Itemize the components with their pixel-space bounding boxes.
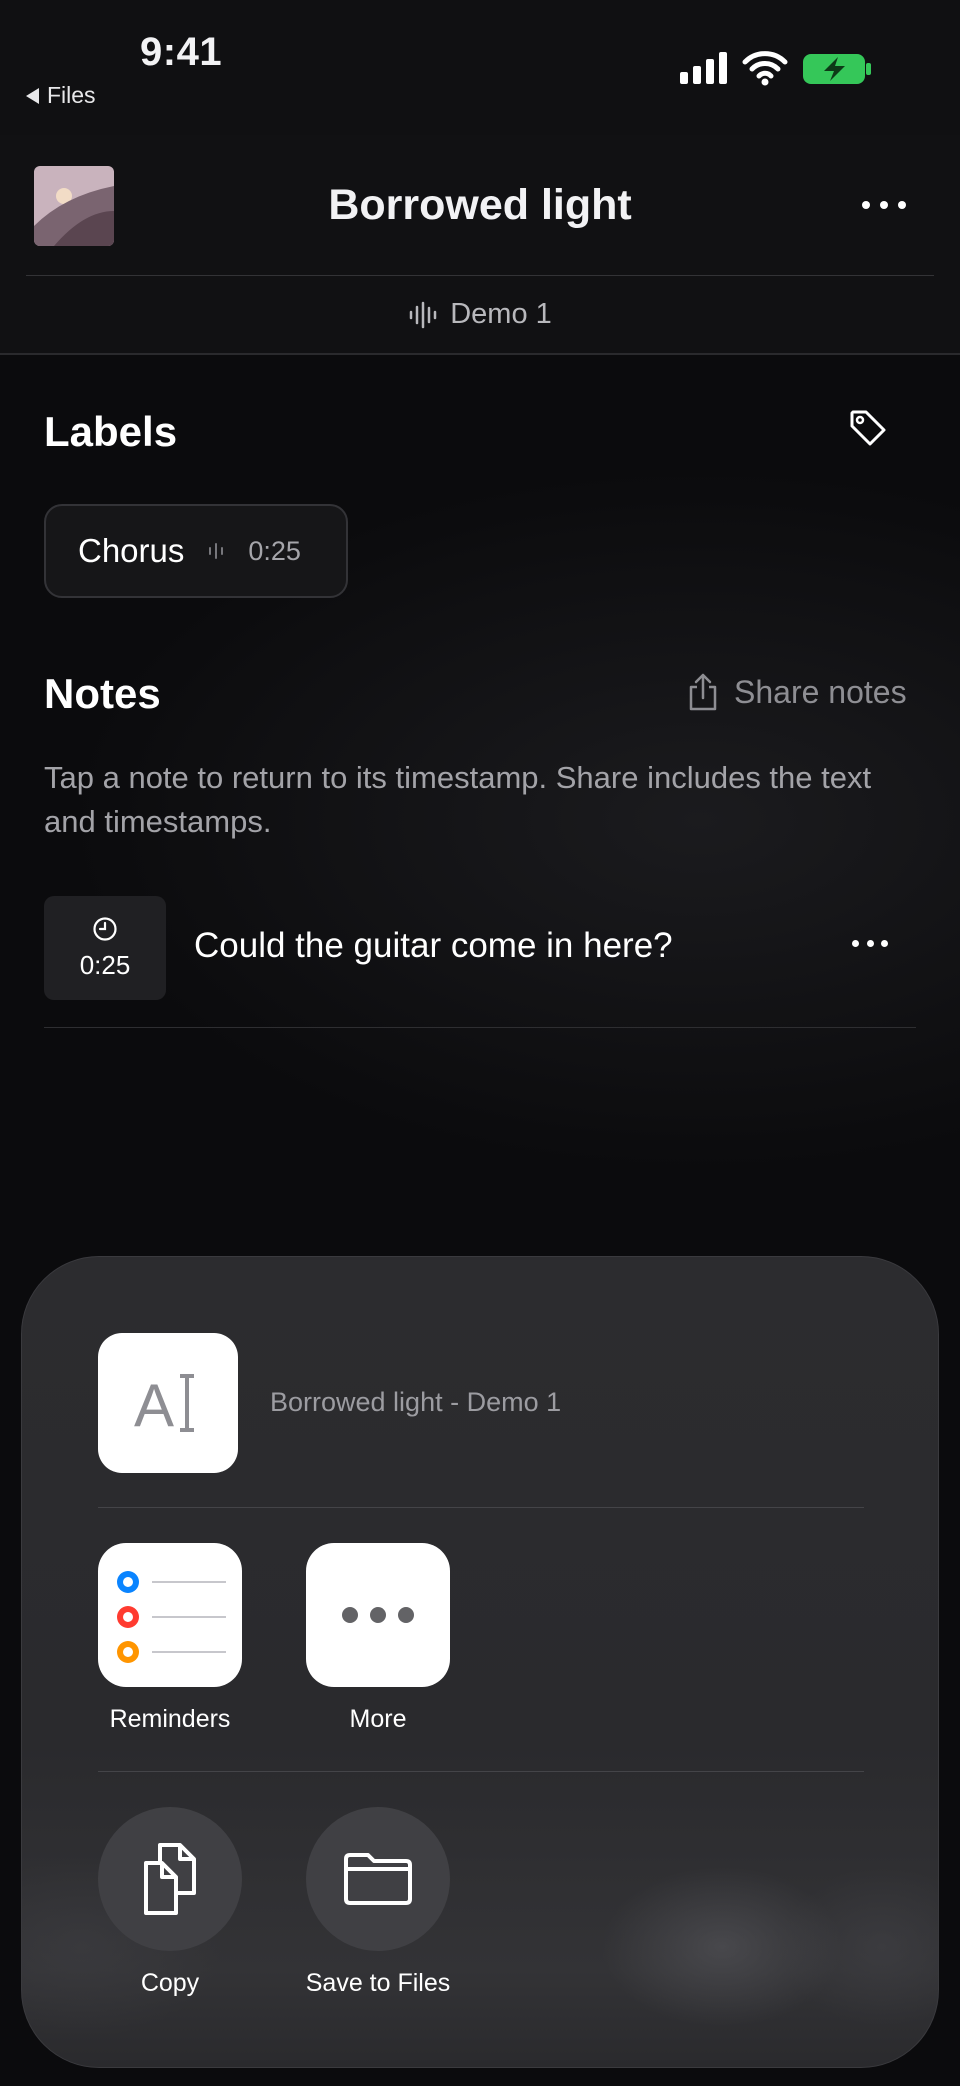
back-to-files-button[interactable]: Files	[26, 82, 96, 109]
page: 9:41 Files Borrowed light Demo 1 Labels …	[0, 0, 960, 2086]
song-title: Borrowed light	[328, 181, 632, 229]
labels-heading: Labels	[44, 408, 178, 455]
action-label: Save to Files	[305, 1969, 451, 1997]
status-bar: 9:41 Files	[0, 0, 960, 135]
save-to-files-action[interactable]: Save to Files	[306, 1807, 450, 1998]
folder-icon	[306, 1807, 450, 1951]
divider	[0, 353, 960, 355]
status-time: 9:41	[140, 30, 223, 74]
text-document-icon: A	[98, 1333, 238, 1473]
waveform-icon	[209, 543, 224, 559]
divider	[98, 1771, 864, 1772]
note-item[interactable]: 0:25 Could the guitar come in here?	[44, 896, 916, 1028]
divider	[44, 1027, 916, 1028]
divider	[98, 1507, 864, 1508]
share-app-more[interactable]: More	[306, 1543, 450, 1734]
notes-heading: Notes	[44, 670, 161, 717]
more-icon	[306, 1543, 450, 1687]
share-app-label: Reminders	[109, 1705, 231, 1733]
waveform-icon	[409, 301, 437, 328]
cellular-signal-icon	[680, 52, 727, 84]
share-document-title: Borrowed light - Demo 1	[270, 1387, 562, 1417]
share-app-reminders[interactable]: Reminders	[98, 1543, 242, 1734]
back-arrow-icon	[26, 87, 39, 104]
label-chip[interactable]: Chorus 0:25	[44, 504, 348, 598]
share-icon	[689, 673, 717, 711]
song-header: Borrowed light Demo 1	[0, 135, 960, 355]
share-notes-button[interactable]: Share notes	[686, 672, 907, 712]
add-label-tag-icon[interactable]	[846, 406, 890, 450]
share-app-label: More	[349, 1705, 407, 1733]
divider	[26, 275, 934, 276]
version-label: Demo 1	[450, 298, 552, 330]
reminders-icon	[98, 1543, 242, 1687]
more-options-icon[interactable]	[862, 201, 906, 215]
label-chip-name: Chorus	[78, 532, 185, 569]
clock-icon	[93, 916, 117, 941]
wifi-icon	[742, 51, 788, 86]
note-more-options-icon[interactable]	[852, 940, 888, 952]
svg-text:A: A	[134, 1372, 174, 1438]
note-text: Could the guitar come in here?	[194, 926, 673, 965]
note-timestamp-button[interactable]: 0:25	[44, 896, 166, 1000]
back-app-label: Files	[47, 82, 96, 108]
action-label: Copy	[140, 1969, 200, 1997]
battery-charging-icon	[803, 54, 871, 84]
notes-hint-text: Tap a note to return to its timestamp. S…	[44, 760, 872, 839]
version-selector[interactable]: Demo 1	[0, 298, 960, 331]
label-chip-time: 0:25	[248, 535, 301, 566]
copy-icon	[98, 1807, 242, 1951]
share-sheet: A Borrowed light - Demo 1 Reminders More…	[21, 1256, 939, 2068]
copy-action[interactable]: Copy	[98, 1807, 242, 1998]
note-timestamp: 0:25	[79, 949, 131, 980]
share-notes-label: Share notes	[734, 673, 907, 710]
